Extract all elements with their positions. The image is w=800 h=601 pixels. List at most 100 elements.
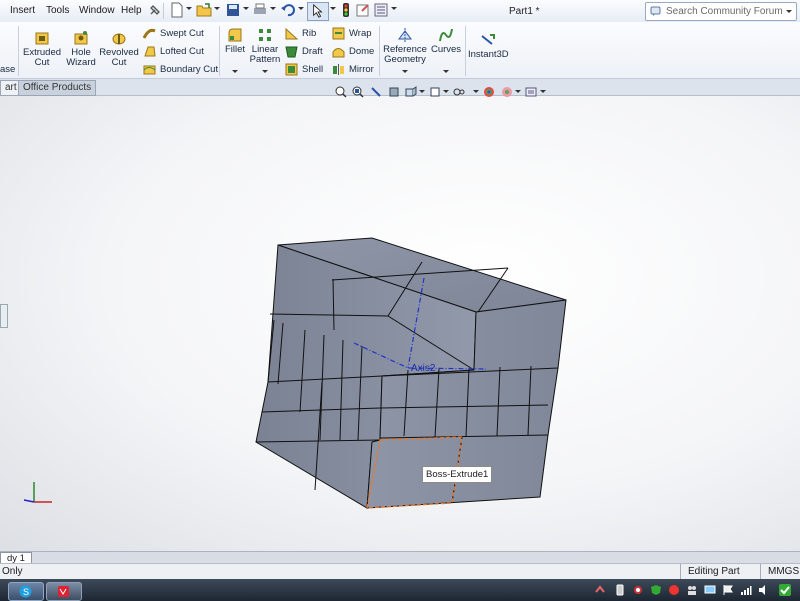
new-dropdown-icon[interactable] [186,7,192,10]
linear-pattern-label: Linear Pattern [249,44,281,65]
graphics-area[interactable]: Axis2 Boss-Extrude1 [0,96,800,551]
rebuild-icon[interactable] [337,2,355,18]
rib-label: Rib [302,28,317,39]
tooltip-boss-extrude: Boss-Extrude1 [422,466,493,483]
draft-icon [285,46,298,58]
menu-tools[interactable]: Tools [46,5,69,16]
undo-icon[interactable] [279,2,297,18]
select-dropdown-icon[interactable] [330,7,336,10]
extruded-cut-icon [35,32,49,45]
file-properties-icon[interactable] [354,2,372,18]
tray-display-icon[interactable] [704,584,716,596]
menu-window[interactable]: Window [79,5,115,16]
taskbar-skype-button[interactable]: S [8,582,44,601]
display-style-dropdown-icon[interactable] [443,90,449,93]
status-left-text: Only [2,566,23,577]
action-center-flag-icon[interactable] [722,584,734,596]
tray-app-icon[interactable] [668,584,680,596]
save-icon[interactable] [224,2,242,18]
search-input[interactable]: Search Community Forum [645,2,797,21]
print-icon[interactable] [251,2,269,18]
apply-scene-dropdown-icon[interactable] [515,90,521,93]
display-style-icon[interactable] [429,86,441,98]
reference-geometry-button[interactable]: Reference Geometry [383,27,427,65]
windows-taskbar: S [0,579,800,601]
open-dropdown-icon[interactable] [214,7,220,10]
select-button[interactable] [307,2,329,21]
fillet-label: Fillet [224,44,246,55]
hole-wizard-icon [74,31,88,45]
instant3d-button[interactable]: Instant3D [468,32,509,60]
ribbon-separator [219,26,220,76]
dome-label: Dome [349,46,375,57]
rib-icon [285,27,298,40]
taskbar-solidworks-button[interactable] [46,582,82,601]
extruded-cut-button[interactable]: Extruded Cut [22,30,62,68]
search-dropdown-icon[interactable] [786,10,792,13]
command-manager-tabs: art Office Products [0,79,800,96]
fillet-button[interactable]: Fillet [222,27,248,55]
view-orientation-dropdown-icon[interactable] [419,90,425,93]
extruded-cut-label: Extruded Cut [22,47,62,68]
fillet-icon [228,28,242,42]
edit-appearance-icon[interactable] [483,86,495,98]
save-dropdown-icon[interactable] [243,7,249,10]
tray-green-check-icon[interactable] [778,583,792,597]
menu-bar: Insert Tools Window Help Part1 * Search … [0,0,800,23]
reference-geometry-dropdown-icon[interactable] [402,70,408,73]
view-settings-icon[interactable] [525,86,537,98]
boundary-cut-label: Boundary Cut [160,64,219,75]
menu-insert[interactable]: Insert [10,5,35,16]
select-icon [313,4,323,18]
pin-icon[interactable] [146,2,164,18]
shell-icon [285,63,298,76]
open-icon[interactable] [195,2,213,18]
zoom-to-fit-icon[interactable] [335,86,347,98]
ribbon-separator [379,26,380,76]
linear-pattern-dropdown-icon[interactable] [262,70,268,73]
hide-show-dropdown-icon[interactable] [473,90,479,93]
axis-label: Axis2 [411,363,436,374]
base-label-partial: ase [0,64,16,75]
tray-icon-arrow[interactable] [594,584,606,596]
status-mode: Editing Part [688,566,740,577]
curves-dropdown-icon[interactable] [443,70,449,73]
hide-show-items-icon[interactable] [453,86,465,98]
view-settings-dropdown-icon[interactable] [540,90,546,93]
linear-pattern-button[interactable]: Linear Pattern [248,27,282,65]
fillet-dropdown-icon[interactable] [232,70,238,73]
revolved-cut-button[interactable]: Revolved Cut [99,30,139,68]
swept-cut-label: Swept Cut [160,28,204,39]
curves-label: Curves [430,44,462,55]
linear-pattern-icon [259,29,271,41]
curves-button[interactable]: Curves [429,27,463,55]
zoom-to-area-icon[interactable] [352,86,364,98]
tray-shield-icon[interactable] [650,584,662,596]
options-dropdown-icon[interactable] [391,7,397,10]
network-icon[interactable] [740,584,752,596]
reference-geometry-label: Reference Geometry [383,44,427,65]
tray-device-icon[interactable] [614,584,626,596]
new-icon[interactable] [168,2,186,18]
draft-label: Draft [302,46,323,57]
hole-wizard-button[interactable]: Hole Wizard [64,30,98,68]
volume-icon[interactable] [758,584,770,596]
tab-office-products[interactable]: Office Products [18,80,97,96]
section-view-icon[interactable] [388,86,400,98]
apply-scene-icon[interactable] [501,86,513,98]
tray-hub-icon[interactable] [632,584,644,596]
menu-separator [163,3,164,19]
print-dropdown-icon[interactable] [270,7,276,10]
view-orientation-icon[interactable] [405,86,417,98]
tray-people-icon[interactable] [686,584,698,596]
instant3d-label: Instant3D [468,49,509,60]
status-units[interactable]: MMGS [768,566,799,577]
panel-collapse-handle[interactable] [0,304,8,328]
previous-view-icon[interactable] [370,86,382,98]
boundary-cut-icon [143,65,156,75]
model-view[interactable]: Axis2 [0,96,800,551]
undo-dropdown-icon[interactable] [298,7,304,10]
options-icon[interactable] [372,2,390,18]
dome-icon [332,48,345,58]
menu-help[interactable]: Help [121,5,142,16]
